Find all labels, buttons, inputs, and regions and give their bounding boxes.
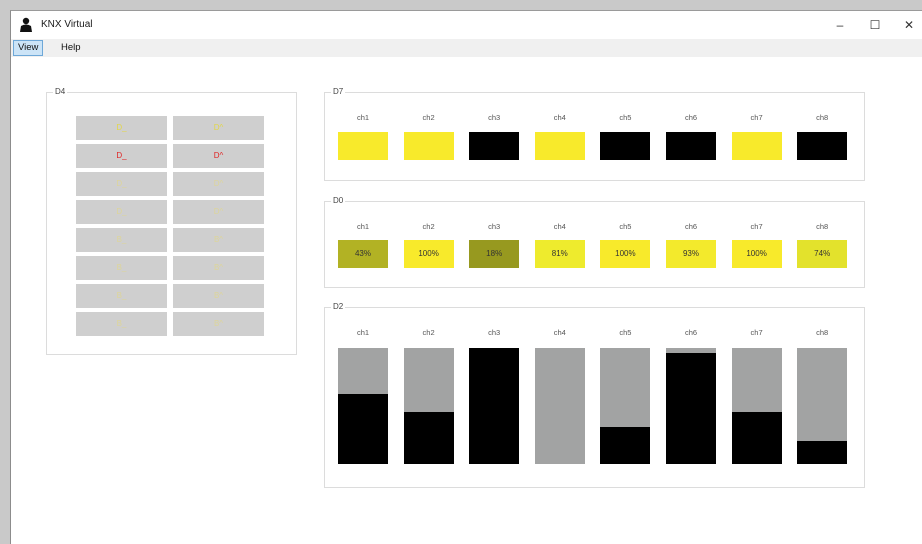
d7-ch7-indicator[interactable] [731,132,782,160]
d2-ch5-bar[interactable] [600,348,651,464]
d2-ch2-bar-fill [403,412,454,464]
d4-button-2-down[interactable]: D_ [76,144,167,168]
d7-ch5-label: ch5 [619,113,632,122]
d2-ch2-label: ch2 [422,328,435,337]
d0-ch1-dimmer[interactable]: 43% [338,240,388,268]
d4-button-7-up[interactable]: B^ [173,284,264,308]
menu-bar: View Help [11,39,922,57]
d4-button-8-down[interactable]: B_ [76,312,167,336]
d7-ch2-indicator[interactable] [403,132,454,160]
title-bar[interactable]: KNX Virtual – ☐ ✕ [11,11,922,39]
d4-button-5-up[interactable]: B^ [173,228,264,252]
window-title: KNX Virtual [41,19,93,30]
d7-ch7-label: ch7 [750,113,763,122]
d0-ch5-dimmer[interactable]: 100% [600,240,651,268]
d7-ch6-indicator[interactable] [666,132,716,160]
d0-ch8-label: ch8 [816,222,829,231]
d2-ch1-bar-fill [338,394,388,464]
d0-ch2-dimmer[interactable]: 100% [403,240,454,268]
d4-button-6-up[interactable]: B^ [173,256,264,280]
d4-button-3-down[interactable]: D_ [76,172,167,196]
d2-ch1-label: ch1 [356,328,370,337]
d4-group-label: D4 [53,87,68,96]
d7-ch8-label: ch8 [816,113,829,122]
d0-ch3-dimmer[interactable]: 18% [469,240,520,268]
d0-group-label: D0 [331,196,346,205]
d2-ch3-bar[interactable] [469,348,520,464]
d2-ch2-bar[interactable] [403,348,454,464]
d7-group-label: D7 [331,87,346,96]
d2-ch7-bar[interactable] [731,348,782,464]
d0-ch4-dimmer[interactable]: 81% [534,240,585,268]
d2-ch7-label: ch7 [750,328,763,337]
d0-ch1-label: ch1 [356,222,370,231]
d2-ch3-label: ch3 [488,328,501,337]
d2-ch5-label: ch5 [619,328,632,337]
d4-button-6-down[interactable]: B_ [76,256,167,280]
d2-ch6-bar-fill [666,353,716,464]
d7-ch5-indicator[interactable] [600,132,651,160]
d7-ch3-label: ch3 [488,113,501,122]
maximize-button[interactable]: ☐ [861,17,889,33]
minimize-button[interactable]: – [826,17,854,33]
d2-ch5-bar-fill [600,427,651,464]
menu-view[interactable]: View [13,40,44,56]
d2-ch6-bar[interactable] [666,348,716,464]
d0-ch8-dimmer[interactable]: 74% [797,240,848,268]
d4-button-8-up[interactable]: B^ [173,312,264,336]
d7-ch3-indicator[interactable] [469,132,520,160]
d2-ch4-label: ch4 [553,328,566,337]
d4-button-7-down[interactable]: B_ [76,284,167,308]
d0-ch6-dimmer[interactable]: 93% [666,240,716,268]
menu-help[interactable]: Help [57,40,85,55]
close-button[interactable]: ✕ [895,17,922,33]
d4-button-4-down[interactable]: D_ [76,200,167,224]
d2-ch8-label: ch8 [816,328,829,337]
d0-ch2-label: ch2 [422,222,435,231]
d2-ch4-bar[interactable] [534,348,585,464]
app-window: KNX Virtual – ☐ ✕ View Help D4 D7 D0 D2 … [10,10,922,544]
d4-button-5-down[interactable]: B_ [76,228,167,252]
d0-ch3-label: ch3 [488,222,501,231]
d4-button-1-down[interactable]: D_ [76,116,167,140]
d2-ch7-bar-fill [731,412,782,464]
d7-ch6-label: ch6 [684,113,698,122]
d7-ch4-label: ch4 [553,113,566,122]
d0-ch7-label: ch7 [750,222,763,231]
d7-ch1-indicator[interactable] [338,132,388,160]
d2-ch8-bar-fill [797,441,848,464]
d2-ch1-bar[interactable] [338,348,388,464]
d0-ch4-label: ch4 [553,222,566,231]
d4-button-4-up[interactable]: D^ [173,200,264,224]
d0-ch5-label: ch5 [619,222,632,231]
d2-ch8-bar[interactable] [797,348,848,464]
d0-ch6-label: ch6 [684,222,698,231]
d7-ch1-label: ch1 [356,113,370,122]
d7-ch2-label: ch2 [422,113,435,122]
d7-ch4-indicator[interactable] [534,132,585,160]
d4-button-3-up[interactable]: D^ [173,172,264,196]
d2-ch6-label: ch6 [684,328,698,337]
app-icon [20,17,32,32]
d2-group-label: D2 [331,302,346,311]
d0-ch7-dimmer[interactable]: 100% [731,240,782,268]
d4-button-2-up[interactable]: D^ [173,144,264,168]
d7-ch8-indicator[interactable] [797,132,848,160]
d2-ch3-bar-fill [469,348,520,464]
d4-button-1-up[interactable]: D^ [173,116,264,140]
